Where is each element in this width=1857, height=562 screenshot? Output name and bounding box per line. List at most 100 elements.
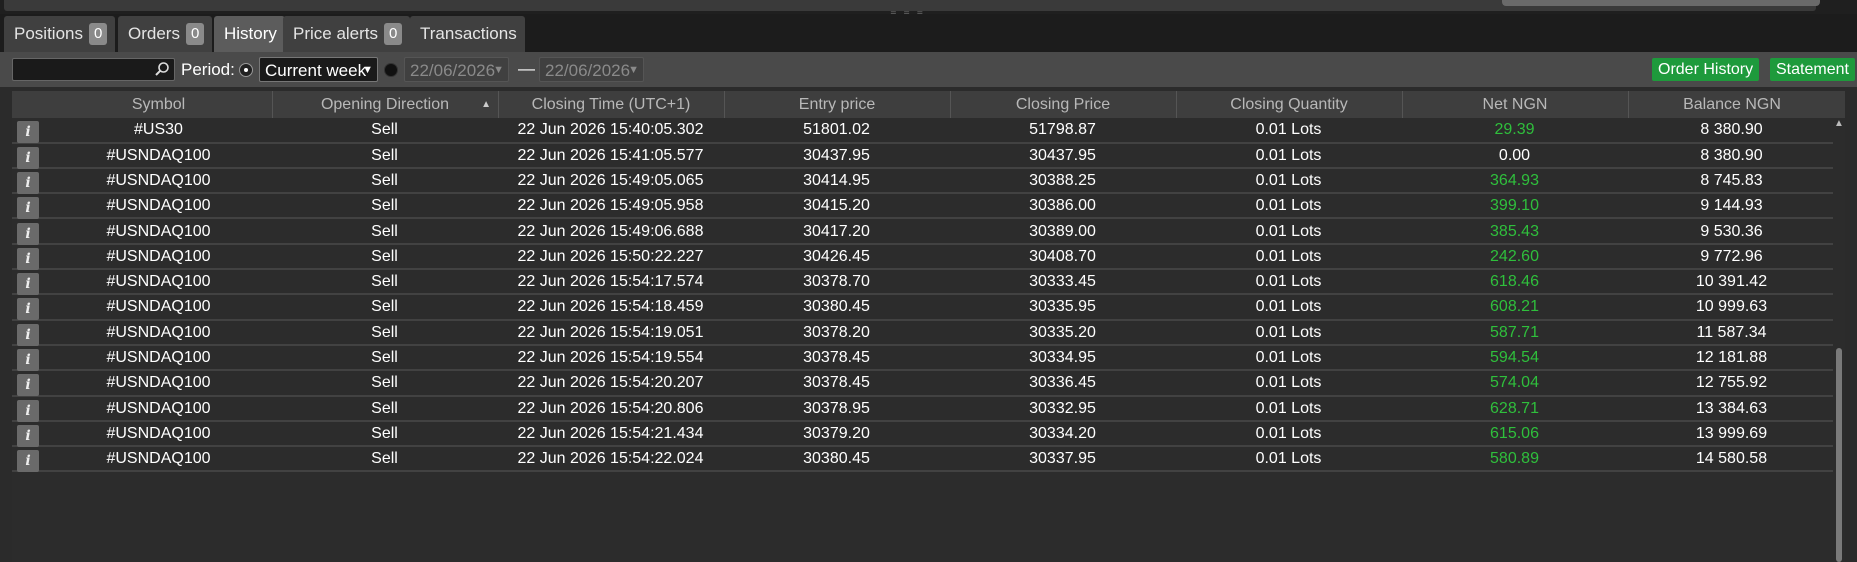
cell-opening-direction: Sell — [371, 450, 398, 468]
cell-entry-price: 30378.45 — [803, 374, 870, 392]
tab-positions[interactable]: Positions 0 — [4, 16, 116, 52]
order-history-button[interactable]: Order History — [1652, 58, 1760, 81]
cell-balance-ngn: 12 755.92 — [1695, 374, 1768, 392]
date-from-value: 22/06/2026 — [410, 61, 496, 80]
cell-closing-price: 51798.87 — [1029, 121, 1096, 139]
info-icon[interactable]: i — [17, 146, 39, 169]
info-icon[interactable]: i — [17, 399, 39, 422]
cell-net-ngn: 628.71 — [1490, 399, 1539, 417]
cell-closing-quantity: 0.01 Lots — [1255, 450, 1322, 468]
tab-price-alerts[interactable]: Price alerts 0 — [283, 16, 411, 52]
cell-opening-direction: Sell — [371, 247, 398, 265]
table-row[interactable]: i #USNDAQ100 Sell 22 Jun 2026 15:54:18.459 3… — [12, 295, 1835, 321]
cell-closing-time: 22 Jun 2026 15:54:20.806 — [517, 399, 704, 417]
tab-label: Positions — [14, 24, 83, 43]
table-row[interactable]: i #USNDAQ100 Sell 22 Jun 2026 15:54:17.574 3… — [12, 270, 1835, 296]
cell-closing-time: 22 Jun 2026 15:54:17.574 — [517, 273, 704, 291]
cell-closing-quantity: 0.01 Lots — [1255, 273, 1322, 291]
period-label: Period: — [181, 60, 235, 79]
column-header-closing-quantity[interactable]: Closing Quantity — [1176, 91, 1401, 118]
cell-entry-price: 51801.02 — [803, 121, 870, 139]
date-range-separator: — — [518, 59, 535, 78]
cell-closing-time: 22 Jun 2026 15:40:05.302 — [517, 121, 704, 139]
cell-closing-quantity: 0.01 Lots — [1255, 298, 1322, 316]
tab-label: Price alerts — [293, 24, 379, 43]
info-icon[interactable]: i — [17, 298, 39, 321]
info-icon[interactable]: i — [17, 374, 39, 397]
cell-symbol: #USNDAQ100 — [106, 273, 211, 291]
cell-symbol: #USNDAQ100 — [106, 450, 211, 468]
cell-opening-direction: Sell — [371, 222, 398, 240]
column-header-closing-price[interactable]: Closing Price — [950, 91, 1175, 118]
cell-closing-quantity: 0.01 Lots — [1255, 374, 1322, 392]
cell-opening-direction: Sell — [371, 323, 398, 341]
column-header-balance-ngn[interactable]: Balance NGN — [1628, 91, 1835, 118]
sort-asc-icon: ▲ — [481, 99, 491, 110]
cell-closing-time: 22 Jun 2026 15:54:19.554 — [517, 349, 704, 366]
custom-range-radio[interactable] — [384, 63, 398, 77]
date-to-field[interactable]: 22/06/2026 ▼ — [539, 57, 644, 82]
table-row[interactable]: i #USNDAQ100 Sell 22 Jun 2026 15:49:05.958 3… — [12, 194, 1835, 220]
cell-closing-price: 30386.00 — [1029, 197, 1096, 215]
scroll-up-icon[interactable]: ▲ — [1834, 118, 1844, 129]
table-row[interactable]: i #US30 Sell 22 Jun 2026 15:40:05.302 51801.… — [12, 118, 1835, 144]
cell-entry-price: 30426.45 — [803, 247, 870, 265]
cell-closing-time: 22 Jun 2026 15:54:18.459 — [517, 298, 704, 316]
tab-history[interactable]: History — [214, 16, 285, 52]
table-row[interactable]: i #USNDAQ100 Sell 22 Jun 2026 15:41:05.577 3… — [12, 144, 1835, 169]
info-icon[interactable]: i — [17, 247, 39, 270]
cell-symbol: #USNDAQ100 — [106, 171, 211, 189]
cell-closing-quantity: 0.01 Lots — [1255, 247, 1322, 265]
tab-transactions[interactable]: Transactions — [410, 16, 525, 52]
table-row[interactable]: i #USNDAQ100 Sell 22 Jun 2026 15:54:19.051 3… — [12, 321, 1835, 346]
vertical-scrollbar[interactable]: ▲ — [1833, 118, 1845, 562]
horizontal-scroll-thumb[interactable] — [1502, 0, 1820, 6]
table-row[interactable]: i #USNDAQ100 Sell 22 Jun 2026 15:54:21.434 3… — [12, 422, 1835, 448]
cell-balance-ngn: 9 144.93 — [1700, 197, 1763, 215]
cell-net-ngn: 0.00 — [1498, 146, 1531, 164]
info-icon[interactable]: i — [17, 222, 39, 245]
vertical-scroll-thumb[interactable] — [1836, 348, 1842, 562]
cell-closing-quantity: 0.01 Lots — [1255, 146, 1322, 164]
cell-opening-direction: Sell — [371, 171, 398, 189]
cell-balance-ngn: 10 999.63 — [1695, 298, 1768, 316]
table-row[interactable]: i #USNDAQ100 Sell 22 Jun 2026 15:54:20.806 3… — [12, 397, 1835, 422]
date-to-value: 22/06/2026 — [545, 61, 631, 80]
cell-opening-direction: Sell — [371, 197, 398, 215]
info-icon[interactable]: i — [17, 450, 39, 473]
statement-button[interactable]: Statement — [1770, 58, 1855, 81]
info-icon[interactable]: i — [17, 197, 39, 220]
table-row[interactable]: i #USNDAQ100 Sell 22 Jun 2026 15:54:19.554 3… — [12, 346, 1835, 372]
cell-net-ngn: 574.04 — [1490, 374, 1539, 392]
table-row[interactable]: i #USNDAQ100 Sell 22 Jun 2026 15:49:05.065 3… — [12, 169, 1835, 195]
cell-closing-price: 30388.25 — [1029, 171, 1096, 189]
cell-net-ngn: 580.89 — [1490, 450, 1539, 468]
table-row[interactable]: i #USNDAQ100 Sell 22 Jun 2026 15:50:22.227 3… — [12, 245, 1835, 271]
cell-entry-price: 30378.70 — [803, 273, 870, 291]
column-header-symbol[interactable]: Symbol — [46, 91, 271, 118]
period-preset-radio[interactable] — [239, 63, 253, 77]
info-icon[interactable]: i — [17, 171, 39, 194]
info-icon[interactable]: i — [17, 273, 39, 296]
info-icon[interactable]: i — [17, 424, 39, 447]
column-header-net-ngn[interactable]: Net NGN — [1402, 91, 1627, 118]
cell-balance-ngn: 9 530.36 — [1700, 222, 1763, 240]
tab-orders[interactable]: Orders 0 — [118, 16, 213, 52]
period-select[interactable]: Current week ▼ — [259, 57, 378, 82]
column-header-closing-time[interactable]: Closing Time (UTC+1) — [498, 91, 723, 118]
date-from-field[interactable]: 22/06/2026 ▼ — [404, 57, 509, 82]
search-input[interactable] — [12, 58, 175, 81]
info-icon[interactable]: i — [17, 121, 39, 144]
cell-opening-direction: Sell — [371, 399, 398, 417]
info-icon[interactable]: i — [17, 349, 39, 371]
column-header-entry-price[interactable]: Entry price — [724, 91, 949, 118]
search-icon[interactable] — [154, 61, 170, 77]
table-row[interactable]: i #USNDAQ100 Sell 22 Jun 2026 15:54:20.207 3… — [12, 371, 1835, 397]
cell-closing-price: 30335.20 — [1029, 323, 1096, 341]
table-row[interactable]: i #USNDAQ100 Sell 22 Jun 2026 15:54:22.024 3… — [12, 447, 1835, 473]
column-header-opening-direction[interactable]: Opening Direction ▲ — [272, 91, 497, 118]
table-row[interactable]: i #USNDAQ100 Sell 22 Jun 2026 15:49:06.688 3… — [12, 220, 1835, 245]
cell-opening-direction: Sell — [371, 349, 398, 366]
info-icon[interactable]: i — [17, 323, 39, 346]
cell-closing-quantity: 0.01 Lots — [1255, 399, 1322, 417]
